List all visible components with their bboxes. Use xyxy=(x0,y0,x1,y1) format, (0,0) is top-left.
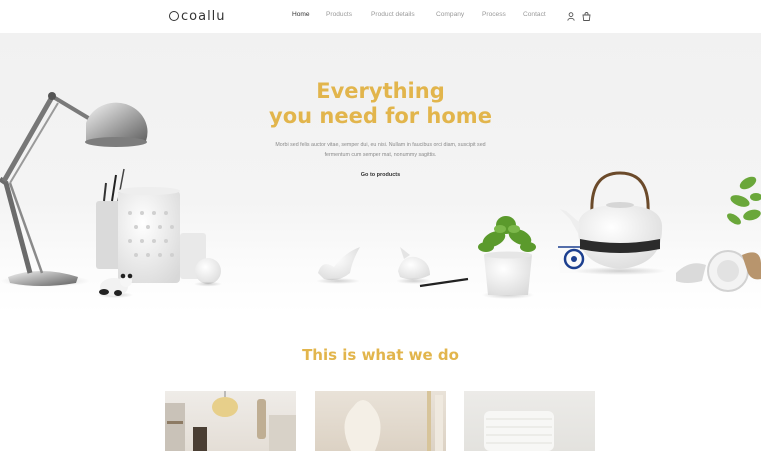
logo-mark-icon xyxy=(169,10,179,21)
service-card-2[interactable] xyxy=(315,391,446,451)
nav-item-contact[interactable]: Contact xyxy=(523,11,546,18)
go-to-products-label: Go to products xyxy=(360,172,401,178)
service-card-3[interactable] xyxy=(464,391,595,451)
hero-title-line-2: you need for home xyxy=(269,104,492,128)
nav-item-process[interactable]: Process xyxy=(482,11,506,18)
hero-title: Everything you need for home xyxy=(0,79,761,129)
section-title: This is what we do xyxy=(302,346,459,364)
service-card-1-image xyxy=(165,391,296,451)
top-navbar: coallu Home Products Product details Com… xyxy=(0,0,761,33)
hero-description: Morbi sed felis auctor vitae, semper dui… xyxy=(240,140,521,160)
nav-item-products[interactable]: Products xyxy=(326,11,352,18)
hero-title-line-1: Everything xyxy=(316,79,445,103)
logo[interactable]: coallu xyxy=(169,9,226,24)
logo-text: coallu xyxy=(181,9,226,24)
service-card-3-image xyxy=(484,411,554,451)
hero-banner: Everything you need for home Morbi sed f… xyxy=(0,33,761,313)
user-icon[interactable] xyxy=(567,12,575,21)
service-card-2-image xyxy=(344,391,443,451)
go-to-products-button[interactable]: Go to products xyxy=(0,172,761,178)
hero-description-line-1: Morbi sed felis auctor vitae, semper dui… xyxy=(275,142,486,148)
nav-item-company[interactable]: Company xyxy=(436,11,464,18)
nav-item-product-details[interactable]: Product details xyxy=(371,11,415,18)
hero-description-line-2: fermentum cum semper mat, nonummy sagitt… xyxy=(324,152,437,158)
cart-icon[interactable] xyxy=(582,12,591,21)
service-card-1[interactable] xyxy=(165,391,296,451)
nav-item-home[interactable]: Home xyxy=(292,11,310,18)
